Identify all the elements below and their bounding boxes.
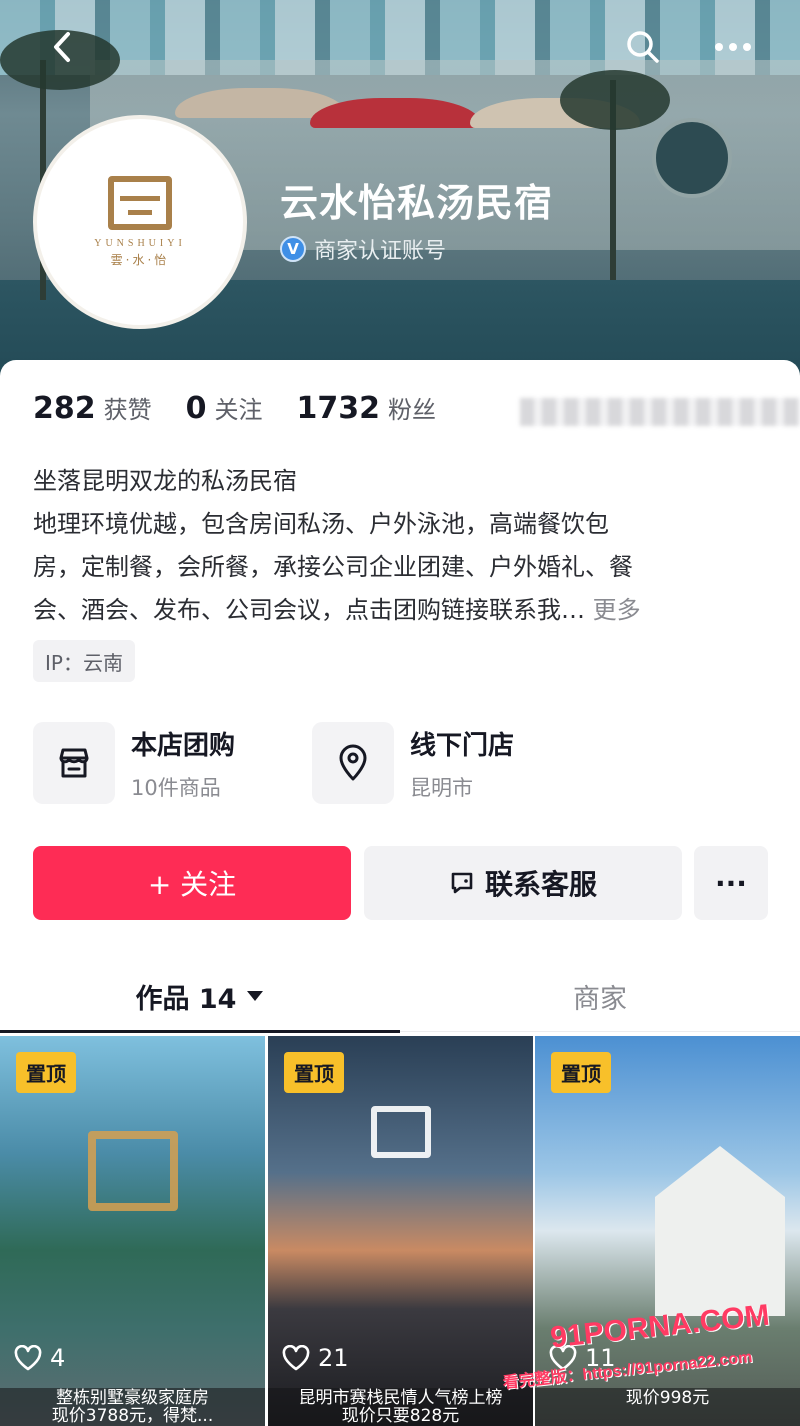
profile-stats: 282 获赞 0 关注 1732 粉丝: [33, 390, 436, 426]
like-count-value: 4: [50, 1344, 66, 1372]
verified-label: 商家认证账号: [314, 239, 447, 264]
ip-location-tag: IP：云南: [33, 640, 135, 682]
entry-subtitle: 昆明市: [410, 775, 473, 800]
entry-subtitle: 10件商品: [131, 775, 221, 800]
banner-leaves: [560, 70, 670, 130]
more-dots-icon: [715, 43, 751, 51]
stat-value: 0: [185, 391, 207, 426]
bio-line: 房，定制餐，会所餐，承接公司企业团建、户外婚礼、餐: [33, 553, 633, 581]
search-button[interactable]: [620, 24, 666, 70]
brand-logo-icon: [108, 176, 172, 230]
back-button[interactable]: [40, 24, 86, 70]
caret-down-icon: [247, 991, 264, 1001]
shop-name: 云水怡私汤民宿: [280, 181, 554, 225]
caption-line: 昆明市赛栈民情人气榜上榜: [298, 1388, 503, 1408]
tab-works-label: 作品 14: [135, 983, 237, 1015]
contact-service-button[interactable]: 联系客服: [364, 846, 682, 920]
follow-button[interactable]: + 关注: [33, 846, 351, 920]
logo-chinese: 雲·水·怡: [110, 253, 170, 267]
stat-value: 1732: [296, 391, 381, 426]
chat-icon: [451, 872, 473, 894]
watermark-line: 看完整版：https://91porna22.com: [502, 1348, 754, 1393]
bio-line-last: 会、酒会、发布、公司会议，点击团购链接联系我… 更多: [33, 589, 773, 632]
entry-title: 线下门店: [410, 730, 515, 761]
content-tabs: 作品 14 商家: [0, 960, 800, 1032]
banner-round-window: [652, 118, 732, 198]
stat-label: 关注: [214, 396, 263, 424]
stat-followers[interactable]: 1732 粉丝: [297, 390, 437, 426]
tab-merchant[interactable]: 商家: [400, 960, 800, 1032]
location-icon-box: [312, 722, 394, 804]
shop-avatar[interactable]: YUNSHUIYI 雲·水·怡: [33, 115, 247, 329]
logo-english: YUNSHUIYI: [94, 238, 186, 249]
stat-likes[interactable]: 282 获赞: [33, 390, 152, 426]
stat-label: 粉丝: [388, 396, 436, 424]
profile-bio[interactable]: 坐落昆明双龙的私汤民宿 地理环境优越，包含房间私汤、户外泳池，高端餐饮包 房，定…: [33, 460, 773, 632]
like-count: 21: [282, 1344, 349, 1372]
entry-title: 本店团购: [131, 730, 236, 761]
active-tab-indicator: [0, 1030, 400, 1033]
offline-store-entry[interactable]: 线下门店 昆明市: [312, 722, 514, 804]
bio-line: 坐落昆明双龙的私汤民宿: [33, 467, 297, 495]
tile-house-graphic: [655, 1146, 785, 1316]
pinned-badge: 置顶: [284, 1052, 344, 1093]
bio-line: 会、酒会、发布、公司会议，点击团购链接联系我…: [33, 596, 585, 624]
back-arrow-icon: [54, 32, 70, 62]
caption-line: 整栋别墅豪级家庭房: [56, 1388, 209, 1408]
more-actions-button[interactable]: ···: [694, 846, 768, 920]
verified-icon: V: [280, 236, 306, 262]
tab-works[interactable]: 作品 14: [0, 960, 400, 1032]
caption-line: 现价3788元，得梵...: [51, 1406, 214, 1426]
heart-icon: [14, 1345, 42, 1371]
tile-logo-graphic: [87, 1131, 178, 1211]
search-icon: [627, 31, 659, 63]
like-count-value: 21: [318, 1344, 349, 1372]
bio-line: 地理环境优越，包含房间私汤、户外泳池，高端餐饮包: [33, 510, 609, 538]
contact-label: 联系客服: [484, 868, 597, 901]
verified-badge[interactable]: V 商家认证账号: [280, 233, 446, 265]
pinned-badge: 置顶: [551, 1052, 611, 1093]
tile-logo-graphic: [370, 1106, 431, 1158]
heart-icon: [282, 1345, 310, 1371]
more-options-button[interactable]: [710, 24, 756, 70]
blurred-region: [520, 398, 800, 426]
stat-following[interactable]: 0 关注: [186, 390, 263, 426]
video-caption: 整栋别墅豪级家庭房 现价3788元，得梵...: [0, 1388, 265, 1426]
store-icon: [59, 748, 89, 778]
stat-label: 获赞: [103, 396, 152, 424]
bio-more-link[interactable]: 更多: [593, 596, 641, 624]
location-pin-icon: [339, 744, 367, 781]
pinned-badge: 置顶: [16, 1052, 76, 1093]
group-buy-entry[interactable]: 本店团购 10件商品: [33, 722, 235, 804]
store-icon-box: [33, 722, 115, 804]
video-tile[interactable]: 置顶 4 整栋别墅豪级家庭房 现价3788元，得梵...: [0, 1036, 265, 1426]
watermark-overlay: 91PORNA.COM 看完整版：https://91porna22.com: [490, 1299, 800, 1426]
like-count: 4: [14, 1344, 65, 1372]
stat-value: 282: [33, 391, 96, 426]
